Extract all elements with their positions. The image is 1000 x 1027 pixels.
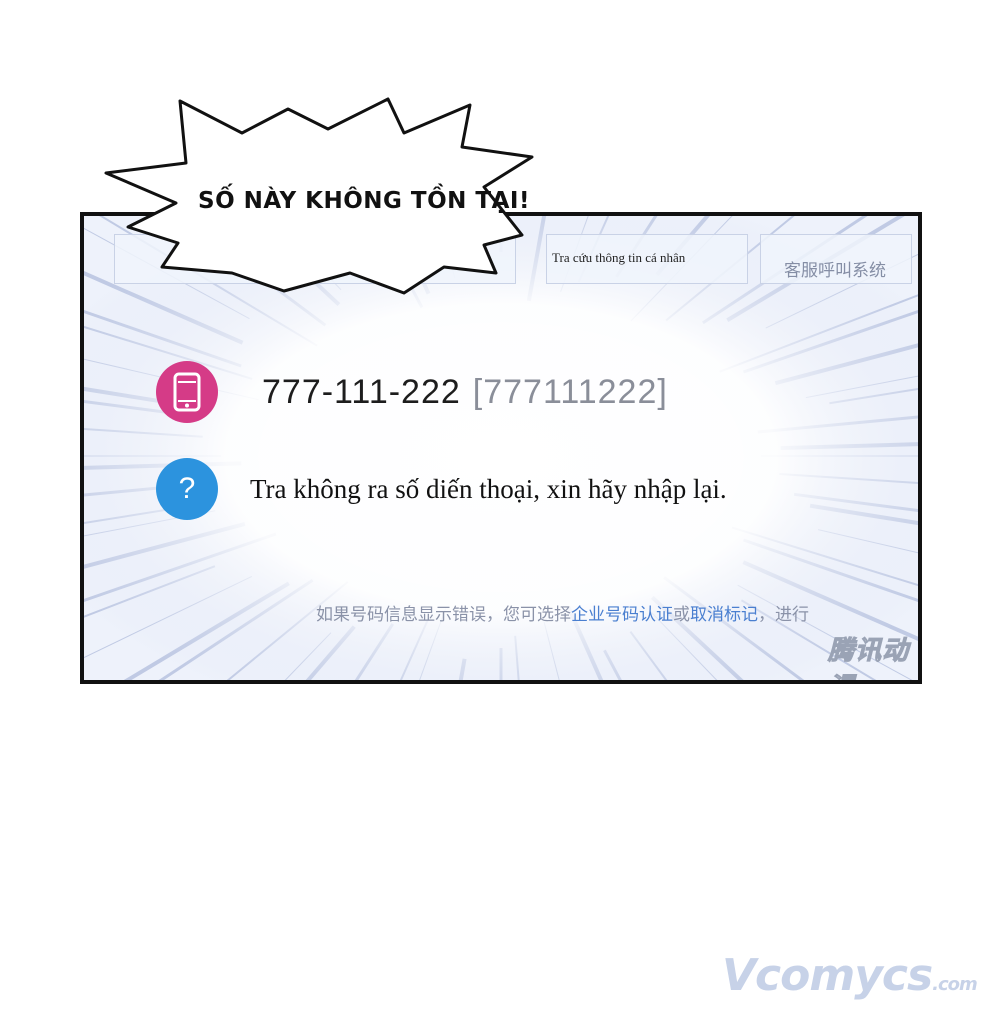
footer-prefix: 如果号码信息显示错误，您可选择 bbox=[316, 605, 571, 624]
site-watermark-suffix: .com bbox=[932, 974, 978, 995]
phone-icon bbox=[156, 361, 218, 423]
phone-number: 777-111-222 bbox=[262, 372, 461, 411]
verify-number-link[interactable]: 企业号码认证 bbox=[571, 605, 673, 624]
question-icon: ? bbox=[156, 458, 218, 520]
not-found-message: Tra không ra số diến thoại, xin hãy nhập… bbox=[250, 473, 727, 504]
tab-lookup-label: Tra cứu thông tin cá nhân bbox=[552, 250, 686, 265]
phone-number-raw: [777111222] bbox=[472, 372, 668, 411]
message-row: ? Tra không ra số diến thoại, xin hãy nh… bbox=[156, 458, 727, 520]
site-watermark-name: Vcomycs bbox=[722, 950, 933, 1001]
footer-note: 如果号码信息显示错误，您可选择企业号码认证或取消标记，进行 bbox=[316, 600, 809, 625]
tab-support-label: 客服呼叫系统 bbox=[784, 261, 886, 280]
site-watermark: Vcomycs.com bbox=[722, 950, 978, 1001]
phone-result-row: 777-111-222 [777111222] bbox=[156, 361, 668, 423]
footer-middle: 或 bbox=[673, 605, 690, 624]
cancel-mark-link[interactable]: 取消标记 bbox=[690, 605, 758, 624]
speech-bubble-text: SỐ NÀY KHÔNG TỒN TẠI! bbox=[198, 188, 530, 214]
footer-suffix: ，进行 bbox=[758, 605, 809, 624]
panel-watermark: 腾讯动漫 bbox=[828, 635, 910, 681]
